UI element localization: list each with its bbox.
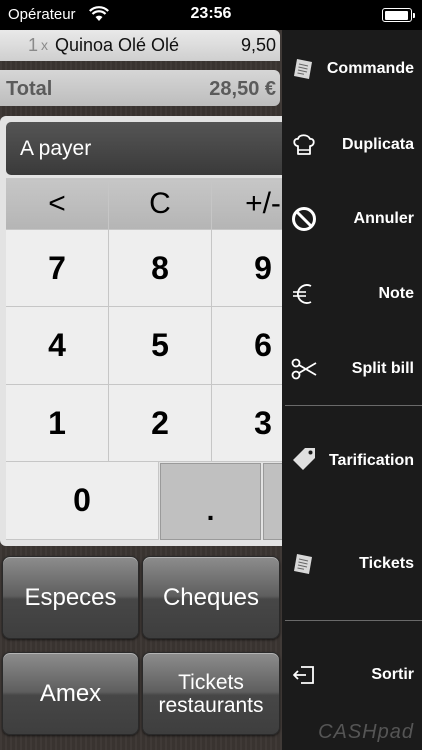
pay-tickets-restaurants-button[interactable]: Tickets restaurants <box>142 652 280 735</box>
menu-note[interactable]: Note <box>282 258 422 328</box>
menu-commande-label: Commande <box>326 60 414 77</box>
line-name: Quinoa Olé Olé <box>55 35 180 55</box>
total-label: Total <box>6 78 53 100</box>
scissors-icon <box>291 358 317 380</box>
price-tag-icon <box>293 448 315 470</box>
key-6[interactable]: 6 <box>212 307 282 385</box>
key-9[interactable]: 9 <box>212 230 282 307</box>
menu-tickets[interactable]: Tickets <box>282 530 422 600</box>
menu-split-bill-label: Split bill <box>351 360 414 377</box>
key-7[interactable]: 7 <box>6 230 109 307</box>
menu-tarification-label: Tarification <box>328 452 414 469</box>
total-value: 28,50 € <box>209 78 276 100</box>
menu-sortir[interactable]: Sortir <box>282 640 422 710</box>
battery-level <box>384 10 409 20</box>
exit-icon <box>293 666 314 684</box>
sidebar-divider <box>285 405 422 406</box>
decimal-key[interactable]: . <box>160 463 261 540</box>
pay-tickets-line1: Tickets <box>178 670 244 694</box>
menu-commande[interactable]: Commande <box>282 34 422 104</box>
ticket-line[interactable]: 1 x Quinoa Olé Olé 9,50 <box>0 30 280 61</box>
line-qty: 1 <box>28 35 39 55</box>
menu-duplicata[interactable]: Duplicata <box>282 108 422 178</box>
key-4[interactable]: 4 <box>6 307 109 385</box>
pay-tickets-line2: restaurants <box>158 693 264 717</box>
pay-amex-button[interactable]: Amex <box>2 652 139 735</box>
euro-icon <box>293 284 312 304</box>
brand-logo: CASHpad <box>318 721 414 743</box>
menu-annuler-label: Annuler <box>353 210 414 227</box>
keypad-panel: A payer < C +/- 7 8 9 4 5 6 1 2 3 0 . <box>0 116 282 546</box>
prohibited-icon <box>292 207 316 231</box>
key-2[interactable]: 2 <box>109 385 212 462</box>
total-bar: Total 28,50 € <box>0 70 280 106</box>
key-8[interactable]: 8 <box>109 230 212 307</box>
ticket-icon <box>294 554 312 574</box>
menu-annuler[interactable]: Annuler <box>282 183 422 253</box>
pay-especes-button[interactable]: Especes <box>2 556 139 639</box>
key-1[interactable]: 1 <box>6 385 109 462</box>
payment-display: A payer <box>6 122 282 175</box>
sidebar: Commande Duplicata Annuler Note Split bi… <box>282 30 422 750</box>
key-5[interactable]: 5 <box>109 307 212 385</box>
menu-sortir-label: Sortir <box>371 666 414 683</box>
payment-label: A payer <box>20 137 92 160</box>
key-00-partial[interactable] <box>263 463 282 540</box>
menu-duplicata-label: Duplicata <box>341 136 414 153</box>
backspace-key[interactable]: < <box>6 178 109 230</box>
line-multiplier: x <box>41 37 48 53</box>
sign-toggle-key[interactable]: +/- <box>212 178 282 230</box>
menu-split-bill[interactable]: Split bill <box>282 332 422 402</box>
chef-hat-icon <box>293 134 315 155</box>
pay-cheques-button[interactable]: Cheques <box>142 556 280 639</box>
menu-tickets-label: Tickets <box>359 555 414 572</box>
status-bar: Opérateur 23:56 <box>0 0 422 30</box>
line-price: 9,50 <box>240 35 276 55</box>
clear-key[interactable]: C <box>109 178 212 230</box>
key-0[interactable]: 0 <box>6 462 159 540</box>
menu-note-label: Note <box>378 285 414 302</box>
battery-icon <box>382 8 415 22</box>
status-time: 23:56 <box>190 5 232 22</box>
sidebar-divider <box>285 620 422 621</box>
ticket-icon <box>294 59 312 79</box>
menu-tarification[interactable]: Tarification <box>282 425 422 495</box>
key-3[interactable]: 3 <box>212 385 282 462</box>
